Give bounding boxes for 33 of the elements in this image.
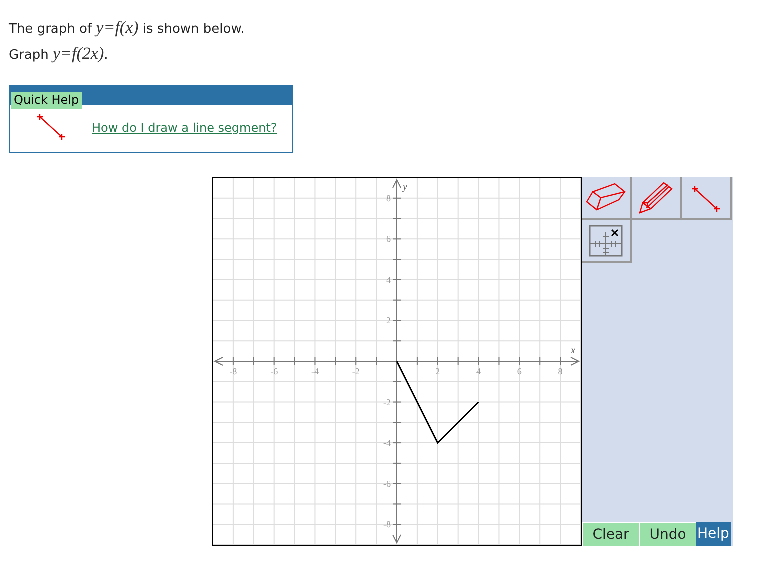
x-axis-label: x [571, 346, 576, 356]
quick-help-title: Quick Help [11, 92, 82, 109]
y-axis-label: y [403, 182, 408, 193]
x-tick-label: 4 [476, 366, 482, 376]
tool-button[interactable] [582, 177, 632, 220]
x-tick-label: -6 [270, 366, 278, 376]
tool-button[interactable] [582, 220, 632, 263]
y-tick-label: -4 [384, 438, 391, 448]
y-tick-label: 4 [386, 274, 391, 285]
y-tick-label: 6 [386, 234, 391, 244]
help-link[interactable]: How do I draw a line segment? [92, 119, 278, 137]
eraser-icon [585, 182, 627, 214]
grid-settings-icon [588, 224, 624, 258]
action-button[interactable]: Clear [582, 522, 639, 546]
x-tick-label: 8 [558, 366, 563, 376]
y-tick-label: 2 [386, 316, 391, 326]
x-tick-label: -2 [352, 366, 360, 376]
action-button[interactable]: Undo [639, 522, 696, 546]
x-tick-label: -4 [311, 366, 319, 376]
question-text: Graph y=f(2x). [9, 43, 108, 65]
x-tick-label: 6 [517, 366, 522, 376]
y-tick-label: -2 [384, 397, 391, 408]
line-segment-icon [36, 111, 66, 141]
y-tick-label: 8 [386, 193, 391, 204]
question-text: The graph of y=f(x) is shown below. [9, 17, 245, 39]
help-button[interactable]: Help [696, 522, 731, 546]
y-tick-label: -8 [384, 520, 391, 530]
x-tick-label: -8 [230, 366, 238, 376]
tool-button[interactable] [682, 177, 732, 220]
x-tick-label: 2 [436, 366, 440, 376]
pencil-icon [638, 180, 674, 214]
tool-button[interactable] [632, 177, 682, 220]
y-tick-label: -6 [384, 478, 391, 489]
